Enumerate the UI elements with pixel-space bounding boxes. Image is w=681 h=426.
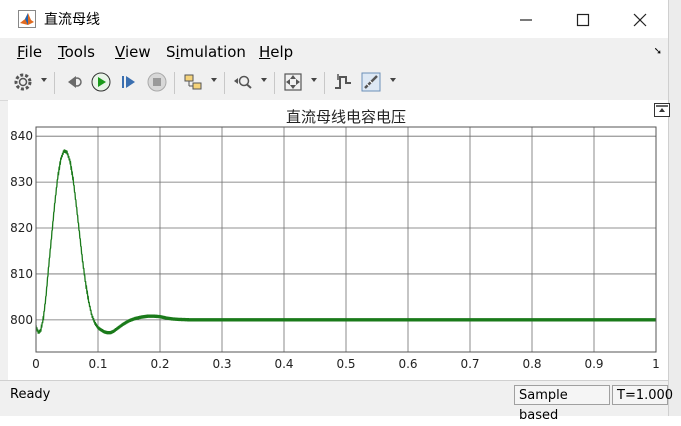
matlab-icon — [18, 10, 36, 28]
y-tick-label: 810 — [10, 267, 33, 281]
toolbar-separator — [324, 72, 325, 94]
triggers-icon[interactable] — [332, 71, 354, 93]
chart-title: 直流母线电容电压 — [286, 108, 406, 126]
sample-mode-indicator: Sample based — [514, 385, 610, 423]
stop-icon[interactable] — [146, 71, 168, 93]
step-back-icon[interactable] — [62, 71, 84, 93]
toolbar-separator — [274, 72, 275, 94]
zoom-dropdown-icon[interactable] — [261, 78, 267, 82]
highlight-model-icon[interactable] — [182, 71, 204, 93]
scope-chart[interactable]: 直流母线电容电压 0 0.1 0.2 0.3 0.4 0.5 0.6 0.7 0.8 0.9 1 80… — [8, 100, 668, 380]
plot-panel: 直流母线电容电压 0 0.1 0.2 0.3 0.4 0.5 0.6 0.7 0.8 0.9 1 80… — [8, 100, 670, 380]
menu-simulation[interactable]: Simulation — [166, 43, 246, 61]
menu-bar: File Tools View Simulation Help ➘ — [0, 38, 668, 66]
x-tick-label: 0.9 — [584, 357, 603, 371]
x-tick-label: 0.6 — [398, 357, 417, 371]
toolbar-separator — [174, 72, 175, 94]
close-icon — [633, 13, 647, 26]
x-tick-label: 1 — [652, 357, 660, 371]
highlight-dropdown-icon[interactable] — [211, 78, 217, 82]
step-forward-icon[interactable] — [118, 71, 140, 93]
menu-view[interactable]: View — [115, 43, 151, 61]
y-tick-label: 830 — [10, 175, 33, 189]
x-tick-label: 0.4 — [274, 357, 293, 371]
autoscale-dropdown-icon[interactable] — [311, 78, 317, 82]
close-button[interactable] — [618, 4, 662, 34]
autoscale-icon[interactable] — [282, 71, 304, 93]
background-window-edge — [668, 0, 681, 416]
scope-window: 直流母线 File Tools View Simulation Help ➘ 直… — [0, 0, 673, 423]
menu-tools[interactable]: Tools — [58, 43, 95, 61]
dock-arrow-icon[interactable]: ➘ — [654, 46, 662, 57]
toolbar-separator — [54, 72, 55, 94]
settings-gear-icon[interactable] — [12, 71, 34, 93]
title-bar[interactable]: 直流母线 — [0, 0, 668, 38]
minimize-icon — [520, 18, 532, 21]
x-tick-label: 0.5 — [336, 357, 355, 371]
toolbar — [0, 66, 668, 101]
x-tick-label: 0.8 — [522, 357, 541, 371]
settings-dropdown-icon[interactable] — [41, 78, 47, 82]
window-title: 直流母线 — [44, 12, 100, 28]
y-tick-label: 820 — [10, 221, 33, 235]
status-text: Ready — [10, 387, 51, 402]
y-tick-label: 800 — [10, 313, 33, 327]
status-bar: Ready Sample based T=1.000 — [0, 380, 673, 423]
x-tick-label: 0.7 — [460, 357, 479, 371]
toolbar-separator — [224, 72, 225, 94]
chart-axis-labels: 0 0.1 0.2 0.3 0.4 0.5 0.6 0.7 0.8 0.9 1 800 810 820 83… — [10, 129, 660, 371]
measurements-icon[interactable] — [360, 71, 382, 93]
y-tick-label: 840 — [10, 129, 33, 143]
zoom-icon[interactable] — [232, 71, 254, 93]
x-tick-label: 0.1 — [88, 357, 107, 371]
x-tick-label: 0 — [32, 357, 40, 371]
minimize-button[interactable] — [504, 4, 548, 34]
menu-file[interactable]: File — [17, 43, 42, 61]
sim-time-indicator: T=1.000 — [612, 385, 673, 405]
run-icon[interactable] — [90, 71, 112, 93]
x-tick-label: 0.3 — [212, 357, 231, 371]
measurements-dropdown-icon[interactable] — [390, 78, 396, 82]
maximize-icon — [576, 13, 590, 26]
x-tick-label: 0.2 — [150, 357, 169, 371]
maximize-button[interactable] — [561, 4, 605, 34]
menu-help[interactable]: Help — [259, 43, 293, 61]
